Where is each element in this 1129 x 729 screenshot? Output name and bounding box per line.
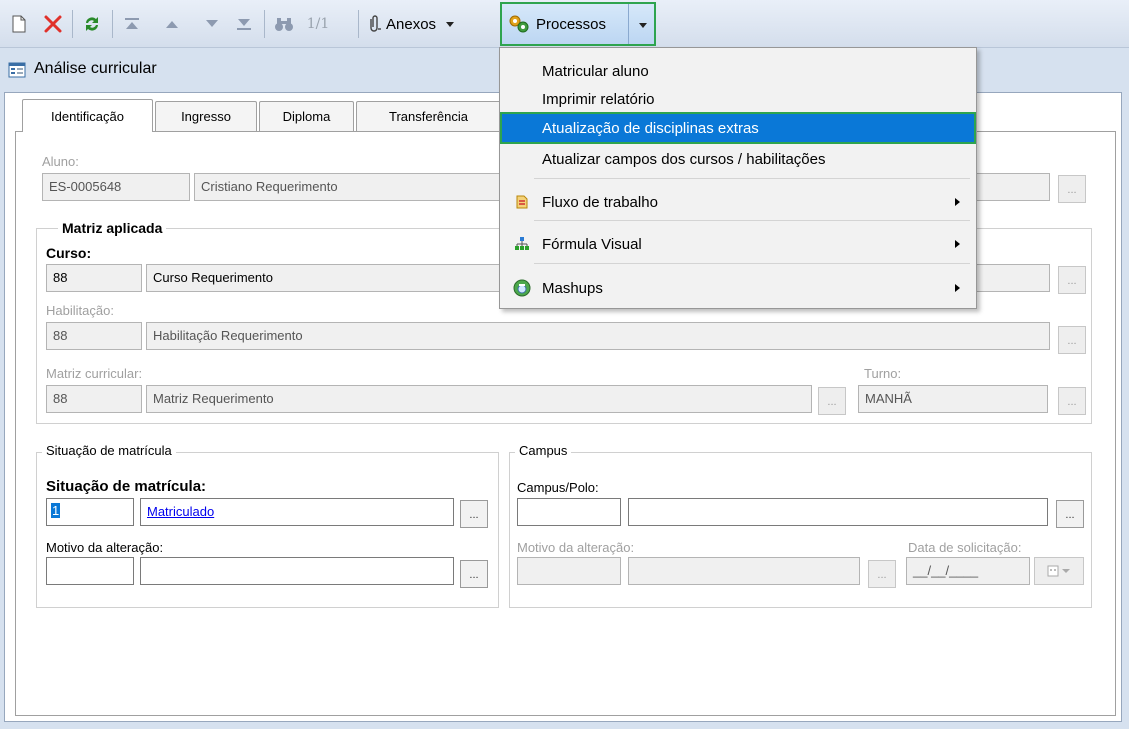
turno-lookup-button: ... <box>1058 387 1086 415</box>
menu-item-label: Mashups <box>542 279 603 297</box>
processos-button[interactable]: Processos <box>500 2 656 46</box>
mashups-icon <box>513 279 531 297</box>
menu-item-matricular-aluno[interactable]: Matricular aluno <box>502 57 974 85</box>
matriz-curricular-label: Matriz curricular: <box>46 366 143 381</box>
menu-separator <box>534 263 970 264</box>
submenu-arrow-icon <box>955 284 960 292</box>
last-record-icon[interactable] <box>232 12 256 36</box>
tab-ingresso[interactable]: Ingresso <box>155 101 257 131</box>
main-toolbar: 1/1 Anexos Processos <box>0 0 1129 48</box>
situacao-group-title: Situação de matrícula <box>42 443 176 458</box>
situacao-value-field[interactable]: Matriculado <box>140 498 454 526</box>
campus-group-title: Campus <box>515 443 572 458</box>
menu-item-mashups[interactable]: Mashups <box>502 274 974 302</box>
matriz-lookup-button: ... <box>818 387 846 415</box>
matriz-code-field: 88 <box>46 385 142 413</box>
toolbar-separator <box>358 10 359 38</box>
habilitacao-lookup-button: ... <box>1058 326 1086 354</box>
habilitacao-code-field: 88 <box>46 322 142 350</box>
turno-label: Turno: <box>864 366 902 381</box>
processos-menu: Matricular aluno Imprimir relatório Atua… <box>499 47 977 309</box>
paperclip-icon <box>366 15 382 33</box>
toolbar-separator <box>112 10 113 38</box>
situacao-lookup-button[interactable]: ... <box>460 500 488 528</box>
delete-x-icon[interactable] <box>40 12 66 36</box>
new-document-icon[interactable] <box>8 12 30 36</box>
data-solicitacao-field: __/__/____ <box>906 557 1030 585</box>
menu-item-label: Imprimir relatório <box>542 90 655 108</box>
turno-field: MANHÃ <box>858 385 1048 413</box>
situacao-motivo-code-input[interactable] <box>46 557 134 585</box>
campus-polo-label: Campus/Polo: <box>517 480 599 495</box>
curso-code-field: 88 <box>46 264 142 292</box>
menu-item-imprimir-relatorio[interactable]: Imprimir relatório <box>502 85 974 113</box>
submenu-arrow-icon <box>955 198 960 206</box>
situacao-label: Situação de matrícula: <box>46 478 207 495</box>
curso-lookup-button: ... <box>1058 266 1086 294</box>
first-record-icon[interactable] <box>120 12 144 36</box>
habilitacao-label: Habilitação: <box>46 303 114 318</box>
menu-item-label: Fórmula Visual <box>542 235 642 253</box>
campus-lookup-button[interactable]: ... <box>1056 500 1084 528</box>
menu-separator <box>534 178 970 179</box>
campus-motivo-label: Motivo da alteração: <box>517 540 635 555</box>
menu-item-label: Atualizar campos dos cursos / habilitaçõ… <box>542 150 826 168</box>
situacao-motivo-input[interactable] <box>140 557 454 585</box>
campus-motivo-code-field <box>517 557 621 585</box>
menu-item-label: Matricular aluno <box>542 62 649 80</box>
situacao-motivo-lookup-button[interactable]: ... <box>460 560 488 588</box>
habilitacao-name-field: Habilitação Requerimento <box>146 322 1050 350</box>
campus-code-input[interactable] <box>517 498 621 526</box>
chevron-down-icon[interactable] <box>639 23 647 28</box>
calendar-dropdown-button <box>1034 557 1084 585</box>
window-title: Análise curricular <box>34 60 157 77</box>
menu-item-label: Atualização de disciplinas extras <box>542 119 759 137</box>
workflow-icon <box>513 193 531 211</box>
matriz-aplicada-title: Matriz aplicada <box>58 220 167 236</box>
toolbar-separator <box>264 10 265 38</box>
refresh-icon[interactable] <box>80 12 104 36</box>
tab-identificacao[interactable]: Identificação <box>22 99 153 132</box>
campus-motivo-field <box>628 557 860 585</box>
curso-label: Curso: <box>46 245 92 261</box>
toolbar-separator <box>72 10 73 38</box>
tab-transferencia[interactable]: Transferência <box>356 101 501 131</box>
campus-motivo-lookup-button: ... <box>868 560 896 588</box>
matriculado-link[interactable]: Matriculado <box>147 504 214 519</box>
previous-record-icon[interactable] <box>160 12 184 36</box>
formula-visual-icon <box>513 235 531 253</box>
situacao-code-selection: 1 <box>51 503 61 518</box>
situacao-motivo-label: Motivo da alteração: <box>46 540 164 555</box>
next-record-icon[interactable] <box>200 12 224 36</box>
aluno-label: Aluno: <box>42 154 79 169</box>
chevron-down-icon <box>446 21 455 27</box>
anexos-label: Anexos <box>386 15 437 33</box>
tab-diploma[interactable]: Diploma <box>259 101 354 131</box>
matriz-name-field: Matriz Requerimento <box>146 385 812 413</box>
menu-item-label: Fluxo de trabalho <box>542 193 658 211</box>
binoculars-icon[interactable] <box>272 12 296 36</box>
record-counter: 1/1 <box>306 16 330 32</box>
submenu-arrow-icon <box>955 240 960 248</box>
campus-name-input[interactable] <box>628 498 1048 526</box>
menu-item-fluxo-de-trabalho[interactable]: Fluxo de trabalho <box>502 188 974 216</box>
situacao-code-input[interactable]: 1 <box>46 498 134 526</box>
gears-icon <box>508 14 530 37</box>
menu-item-atualizar-campos-cursos[interactable]: Atualizar campos dos cursos / habilitaçõ… <box>502 145 974 173</box>
aluno-code-field: ES-0005648 <box>42 173 190 201</box>
menu-item-atualizacao-disciplinas-extras[interactable]: Atualização de disciplinas extras <box>500 112 976 144</box>
aluno-lookup-button: ... <box>1058 175 1086 203</box>
data-solicitacao-label: Data de solicitação: <box>908 540 1022 555</box>
calendar-icon <box>1047 565 1071 577</box>
split-separator <box>628 4 629 44</box>
processos-label: Processos <box>536 16 607 33</box>
menu-separator <box>534 220 970 221</box>
anexos-button[interactable]: Anexos <box>366 12 488 36</box>
menu-item-formula-visual[interactable]: Fórmula Visual <box>502 230 974 258</box>
form-icon <box>8 61 26 82</box>
